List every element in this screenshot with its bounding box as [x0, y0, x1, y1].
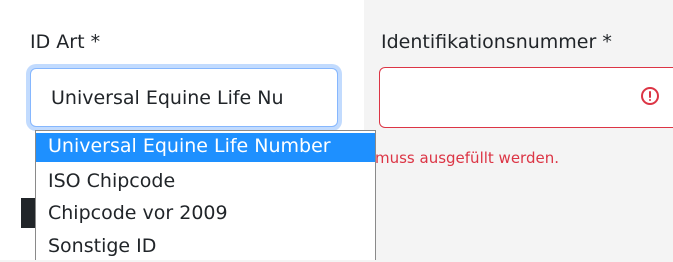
id-art-label: ID Art * — [30, 31, 101, 53]
dropdown-option-label: Sonstige ID — [48, 235, 157, 257]
id-number-input[interactable] — [379, 67, 673, 128]
dropdown-option-label: ISO Chipcode — [48, 170, 176, 192]
obscured-heading-fragment — [21, 198, 35, 228]
exclamation-circle-icon — [641, 87, 659, 105]
id-number-label: Identifikationsnummer * — [381, 31, 612, 53]
dropdown-option-label: Universal Equine Life Number — [48, 135, 331, 157]
id-art-select[interactable]: Universal Equine Life Nu — [30, 68, 338, 127]
dropdown-option-sonstige-id[interactable]: Sonstige ID — [36, 233, 375, 262]
dropdown-option-label: Chipcode vor 2009 — [48, 202, 228, 224]
id-number-error-message: muss ausgefüllt werden. — [375, 149, 559, 167]
dropdown-option-universal-equine-life-number[interactable]: Universal Equine Life Number — [36, 133, 375, 162]
dropdown-option-iso-chipcode[interactable]: ISO Chipcode — [36, 168, 375, 197]
id-art-dropdown-list[interactable]: Universal Equine Life Number ISO Chipcod… — [35, 130, 376, 260]
dropdown-option-chipcode-vor-2009[interactable]: Chipcode vor 2009 — [36, 200, 375, 229]
id-art-select-value: Universal Equine Life Nu — [51, 87, 284, 109]
